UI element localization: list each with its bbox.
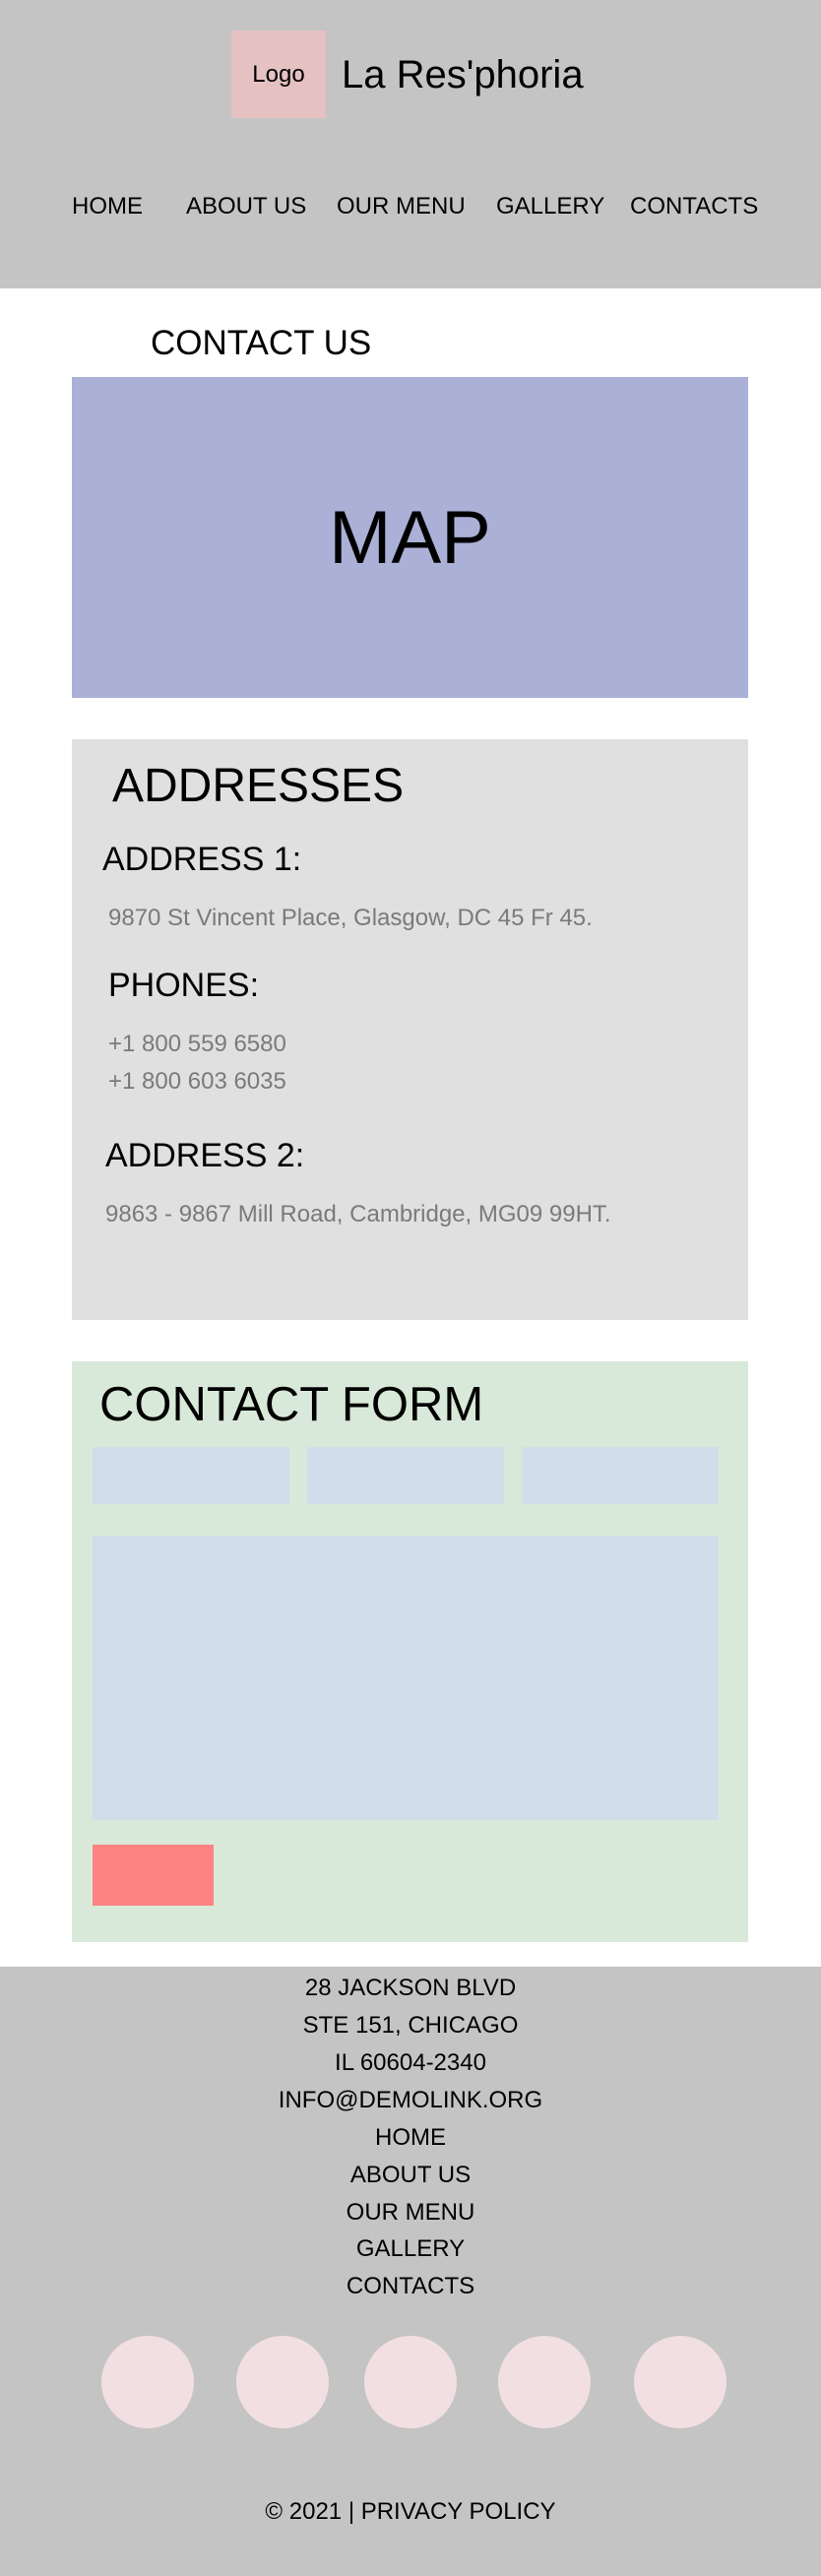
contact-heading: CONTACT US xyxy=(151,324,372,362)
address2-text: 9863 - 9867 Mill Road, Cambridge, MG09 9… xyxy=(105,1201,611,1227)
map-placeholder[interactable]: MAP xyxy=(72,377,748,698)
addresses-title: ADDRESSES xyxy=(112,760,405,812)
site-title: La Res'phoria xyxy=(342,53,584,96)
name-field[interactable] xyxy=(93,1447,289,1504)
phone-field[interactable] xyxy=(523,1447,719,1504)
nav-item-our-menu[interactable]: OUR MENU xyxy=(337,193,466,220)
contact-form-title: CONTACT FORM xyxy=(99,1378,484,1431)
nav-item-about-us[interactable]: ABOUT US xyxy=(186,193,306,220)
phone-1[interactable]: +1 800 559 6580 xyxy=(108,1031,286,1058)
footer-address-line-2: STE 151, CHICAGO xyxy=(302,2012,519,2039)
site-footer: 28 JACKSON BLVD STE 151, CHICAGO IL 6060… xyxy=(0,1967,821,2576)
addresses-section: ADDRESSES ADDRESS 1: 9870 St Vincent Pla… xyxy=(72,739,748,1320)
nav-item-contacts[interactable]: CONTACTS xyxy=(630,193,758,220)
footer-link-our-menu[interactable]: OUR MENU xyxy=(0,2199,821,2227)
footer-link-home[interactable]: HOME xyxy=(0,2124,821,2152)
phones-label: PHONES: xyxy=(108,967,260,1004)
site-header: Logo La Res'phoria HOME ABOUT US OUR MEN… xyxy=(0,0,821,288)
footer-link-about-us[interactable]: ABOUT US xyxy=(0,2162,821,2189)
email-field[interactable] xyxy=(307,1447,504,1504)
address2-label: ADDRESS 2: xyxy=(105,1137,305,1174)
footer-address-line-3: IL 60604-2340 xyxy=(335,2049,486,2076)
address1-text: 9870 St Vincent Place, Glasgow, DC 45 Fr… xyxy=(108,905,593,931)
social-icon-5[interactable] xyxy=(634,2336,726,2428)
nav-item-home[interactable]: HOME xyxy=(72,193,143,220)
social-icon-4[interactable] xyxy=(498,2336,591,2428)
footer-link-gallery[interactable]: GALLERY xyxy=(0,2235,821,2263)
footer-email[interactable]: INFO@DEMOLINK.ORG xyxy=(0,2087,821,2114)
nav-item-gallery[interactable]: GALLERY xyxy=(496,193,604,220)
footer-address-line-1: 28 JACKSON BLVD xyxy=(304,1975,517,2001)
message-field[interactable] xyxy=(93,1536,719,1820)
submit-button[interactable] xyxy=(93,1845,214,1906)
social-icon-3[interactable] xyxy=(364,2336,457,2428)
logo[interactable]: Logo xyxy=(231,31,326,118)
footer-link-contacts[interactable]: CONTACTS xyxy=(0,2273,821,2300)
map-label: MAP xyxy=(329,495,491,580)
address1-label: ADDRESS 1: xyxy=(102,841,302,878)
logo-label: Logo xyxy=(252,60,305,88)
contact-form-section: CONTACT FORM xyxy=(72,1361,748,1942)
social-icon-2[interactable] xyxy=(236,2336,329,2428)
phone-2[interactable]: +1 800 603 6035 xyxy=(108,1068,286,1096)
social-icon-1[interactable] xyxy=(101,2336,194,2428)
footer-copyright[interactable]: © 2021 | PRIVACY POLICY xyxy=(0,2498,821,2526)
